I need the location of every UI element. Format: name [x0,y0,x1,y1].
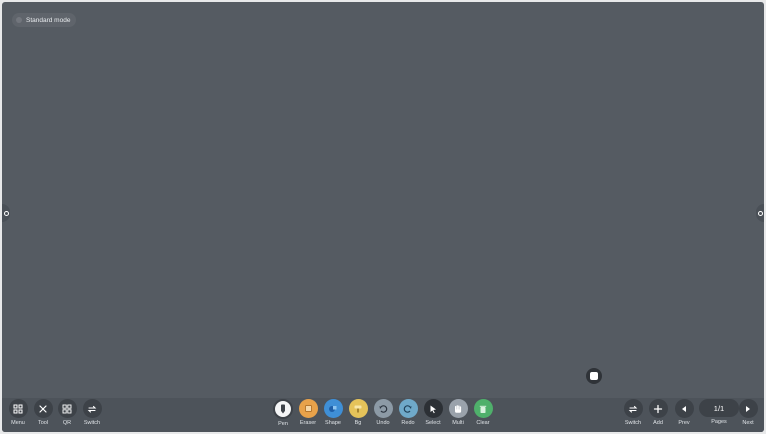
whiteboard-window: Standard mode Menu Tool QR Switch Pen Er… [2,2,764,432]
handle-ring-icon [757,210,763,216]
trash-icon [473,399,493,418]
drawing-canvas[interactable] [2,2,764,398]
grid-icon [8,399,28,418]
eraser-label: Eraser [299,420,317,426]
switch-label-left: Switch [83,420,101,426]
background-icon [348,399,368,418]
right-sidebar-handle[interactable] [756,204,764,222]
pen-icon [273,399,293,419]
prev-label: Prev [678,420,690,426]
mode-label: Standard mode [26,16,71,24]
redo-label: Redo [401,420,415,426]
bottom-toolbar: Menu Tool QR Switch Pen Eraser Shape Bg … [2,398,764,432]
switch-label-right: Switch [624,420,642,426]
next-page-button[interactable]: Next [733,399,763,426]
pages-label: Pages [711,419,727,425]
clear-button[interactable]: Clear [468,399,498,426]
add-label: Add [653,420,663,426]
eraser-icon [298,399,318,418]
floating-action-button[interactable] [586,368,602,384]
background-label: Bg [354,420,362,426]
chevron-right-icon [738,399,758,418]
pen-label: Pen [278,421,288,427]
chevron-left-icon [674,399,694,418]
prev-page-button[interactable]: Prev [669,399,699,426]
undo-icon [373,399,393,418]
square-icon [590,372,598,380]
mode-indicator[interactable]: Standard mode [12,13,77,27]
undo-label: Undo [376,420,390,426]
cursor-icon [423,399,443,418]
multi-label: Multi [452,420,464,426]
switch-button-left[interactable]: Switch [77,399,107,426]
redo-icon [398,399,418,418]
qr-icon [57,399,77,418]
switch-icon [82,399,102,418]
tools-icon [33,399,53,418]
qr-label: QR [62,420,72,426]
shape-label: Shape [325,420,341,426]
hand-icon [448,399,468,418]
next-label: Next [742,420,754,426]
select-label: Select [425,420,441,426]
switch-icon [623,399,643,418]
shape-icon [323,399,343,418]
menu-label: Menu [11,420,25,426]
mode-dot-icon [16,17,22,23]
plus-icon [648,399,668,418]
handle-ring-icon [3,210,9,216]
clear-label: Clear [476,420,490,426]
tool-label: Tool [37,420,49,426]
